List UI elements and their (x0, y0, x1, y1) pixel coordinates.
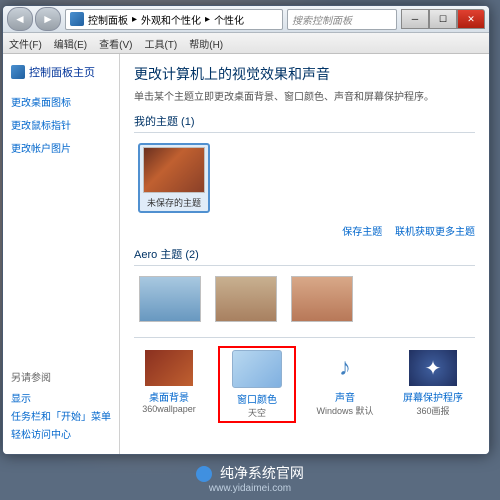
see-also-label: 另请参阅 (11, 369, 111, 384)
save-theme-link[interactable]: 保存主题 (342, 227, 382, 238)
section-aero-themes: Aero 主题 (2) (134, 246, 475, 266)
breadcrumb[interactable]: 外观和个性化 (141, 12, 201, 27)
theme-thumbnail (291, 276, 353, 322)
sidebar-link-desktop-icons[interactable]: 更改桌面图标 (11, 94, 111, 109)
close-button[interactable]: ✕ (457, 9, 485, 29)
theme-aero-2[interactable] (214, 276, 278, 325)
sidebar-link-taskbar[interactable]: 任务栏和「开始」菜单 (11, 408, 111, 423)
window-color-icon (232, 350, 282, 388)
main-content: 更改计算机上的视觉效果和声音 单击某个主题立即更改桌面背景、窗口颜色、声音和屏幕… (120, 54, 489, 454)
sidebar-link-account-pic[interactable]: 更改帐户图片 (11, 140, 111, 155)
sidebar-link-mouse[interactable]: 更改鼠标指针 (11, 117, 111, 132)
sidebar-link-access[interactable]: 轻松访问中心 (11, 426, 111, 441)
watermark: 纯净系统官网 www.yidaimei.com (0, 463, 500, 494)
page-subtitle: 单击某个主题立即更改桌面背景、窗口颜色、声音和屏幕保护程序。 (134, 88, 475, 103)
screensaver-icon: ✦ (409, 350, 457, 386)
sound-item[interactable]: ♪ 声音 Windows 默认 (310, 350, 380, 419)
menu-view[interactable]: 查看(V) (99, 36, 132, 51)
page-title: 更改计算机上的视觉效果和声音 (134, 64, 475, 84)
sound-icon: ♪ (321, 350, 369, 386)
desktop-background-item[interactable]: 桌面背景 360wallpaper (134, 350, 204, 419)
sidebar-link-display[interactable]: 显示 (11, 390, 111, 405)
screensaver-item[interactable]: ✦ 屏幕保护程序 360画报 (398, 350, 468, 419)
theme-thumbnail (139, 276, 201, 322)
watermark-icon (196, 466, 212, 482)
control-panel-icon (70, 12, 84, 26)
theme-aero-1[interactable] (138, 276, 202, 325)
menu-file[interactable]: 文件(F) (9, 36, 42, 51)
minimize-button[interactable]: ─ (401, 9, 429, 29)
section-my-themes: 我的主题 (1) (134, 113, 475, 133)
sidebar: 控制面板主页 更改桌面图标 更改鼠标指针 更改帐户图片 另请参阅 显示 任务栏和… (3, 54, 120, 454)
forward-button[interactable]: ► (35, 7, 61, 31)
menu-bar: 文件(F) 编辑(E) 查看(V) 工具(T) 帮助(H) (3, 33, 489, 54)
theme-thumbnail (143, 147, 205, 193)
control-panel-home[interactable]: 控制面板主页 (11, 64, 111, 80)
menu-help[interactable]: 帮助(H) (189, 36, 223, 51)
search-input[interactable]: 搜索控制面板 (287, 9, 397, 30)
breadcrumb[interactable]: 个性化 (214, 12, 244, 27)
control-panel-icon (11, 65, 25, 79)
theme-thumbnail (215, 276, 277, 322)
wallpaper-icon (145, 350, 193, 386)
theme-aero-3[interactable] (290, 276, 354, 325)
menu-edit[interactable]: 编辑(E) (54, 36, 87, 51)
breadcrumb[interactable]: 控制面板 (88, 12, 128, 27)
titlebar: ◄ ► 控制面板 ▸ 外观和个性化 ▸ 个性化 搜索控制面板 ─ ☐ ✕ (3, 6, 489, 33)
menu-tools[interactable]: 工具(T) (144, 36, 177, 51)
maximize-button[interactable]: ☐ (429, 9, 457, 29)
window-color-item[interactable]: 窗口颜色 天空 (222, 350, 292, 419)
get-more-themes-link[interactable]: 联机获取更多主题 (395, 227, 475, 238)
control-panel-window: ◄ ► 控制面板 ▸ 外观和个性化 ▸ 个性化 搜索控制面板 ─ ☐ ✕ 文件(… (2, 5, 490, 455)
address-bar[interactable]: 控制面板 ▸ 外观和个性化 ▸ 个性化 (65, 9, 283, 30)
theme-unsaved[interactable]: 未保存的主题 (138, 143, 210, 213)
back-button[interactable]: ◄ (7, 7, 33, 31)
